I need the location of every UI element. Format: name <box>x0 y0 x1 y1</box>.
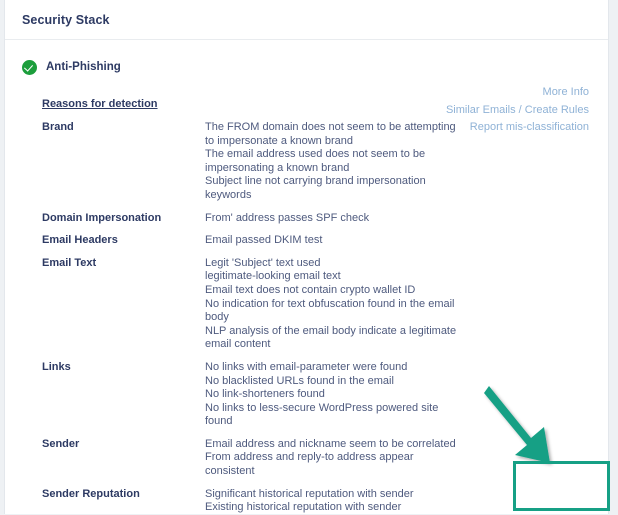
table-row: Domain Impersonation From' address passe… <box>5 212 608 235</box>
reason-values: No links with email-parameter were found… <box>205 361 608 438</box>
reason-label: Domain Impersonation <box>42 211 162 224</box>
reason-label: Email Headers <box>42 234 118 247</box>
similar-emails-create-rules-link[interactable]: Similar Emails / Create Rules <box>446 102 589 120</box>
reason-label: Email Text <box>42 256 97 269</box>
reasons-for-detection-heading[interactable]: Reasons for detection <box>42 98 158 110</box>
security-stack-card: Security Stack Anti-Phishing More Info S… <box>4 0 609 514</box>
table-row: Email Text Legit 'Subject' text used leg… <box>5 257 608 361</box>
card-header: Security Stack <box>5 0 608 40</box>
reason-value: Subject line not carrying brand imperson… <box>205 175 426 201</box>
reasons-table: Brand The FROM domain does not seem to b… <box>5 121 608 514</box>
engine-header-row: Anti-Phishing <box>5 40 608 82</box>
reason-value: From' address passes SPF check <box>205 211 370 224</box>
reason-value: No blacklisted URLs found in the email <box>205 374 394 387</box>
reason-values: From' address passes SPF check <box>205 212 608 235</box>
reason-values: Legit 'Subject' text used legitimate-loo… <box>205 257 608 361</box>
reason-label: Sender <box>42 437 80 450</box>
table-row: Sender Reputation Significant historical… <box>5 488 608 514</box>
reason-value: Email passed DKIM test <box>205 234 323 247</box>
table-row: Email Headers Email passed DKIM test <box>5 234 608 257</box>
reason-value: Email address and nickname seem to be co… <box>205 437 456 450</box>
table-row: Sender Email address and nickname seem t… <box>5 438 608 488</box>
reason-value: Legit 'Subject' text used <box>205 256 321 269</box>
reason-value: Existing historical reputation with send… <box>205 501 402 514</box>
more-info-link[interactable]: More Info <box>446 84 589 102</box>
reason-label: Links <box>42 360 71 373</box>
reason-values: Significant historical reputation with s… <box>205 488 608 514</box>
page-title: Security Stack <box>22 12 110 27</box>
reason-values: Email address and nickname seem to be co… <box>205 438 608 488</box>
engine-action-links: More Info Similar Emails / Create Rules … <box>446 84 589 137</box>
screenshot-viewport: Security Stack Anti-Phishing More Info S… <box>0 0 618 515</box>
reason-value: From address and reply-to address appear… <box>205 451 414 478</box>
reason-value: The FROM domain does not seem to be atte… <box>205 121 456 147</box>
reason-value: legitimate-looking email text <box>205 270 341 283</box>
engine-name-label: Anti-Phishing <box>46 61 121 73</box>
reason-label: Sender Reputation <box>42 487 140 500</box>
table-row: Links No links with email-parameter were… <box>5 361 608 438</box>
reason-value: NLP analysis of the email body indicate … <box>205 324 457 351</box>
engine-section-anti-phishing: Anti-Phishing More Info Similar Emails /… <box>5 40 608 514</box>
reason-value: No links to less-secure WordPress powere… <box>205 401 439 428</box>
report-misclassification-link[interactable]: Report mis-classification <box>446 119 589 137</box>
reason-value: No links with email-parameter were found <box>205 360 408 373</box>
reasons-table-body: Brand The FROM domain does not seem to b… <box>5 121 608 514</box>
reason-value: Significant historical reputation with s… <box>205 487 414 500</box>
reason-label: Brand <box>42 121 74 133</box>
check-circle-icon <box>22 59 37 75</box>
reason-value: No link-shorteners found <box>205 388 325 401</box>
reason-value: No indication for text obfuscation found… <box>205 297 455 324</box>
reason-values: Email passed DKIM test <box>205 234 608 257</box>
reason-value: Email text does not contain crypto walle… <box>205 283 416 296</box>
reason-value: The email address used does not seem to … <box>205 148 426 174</box>
